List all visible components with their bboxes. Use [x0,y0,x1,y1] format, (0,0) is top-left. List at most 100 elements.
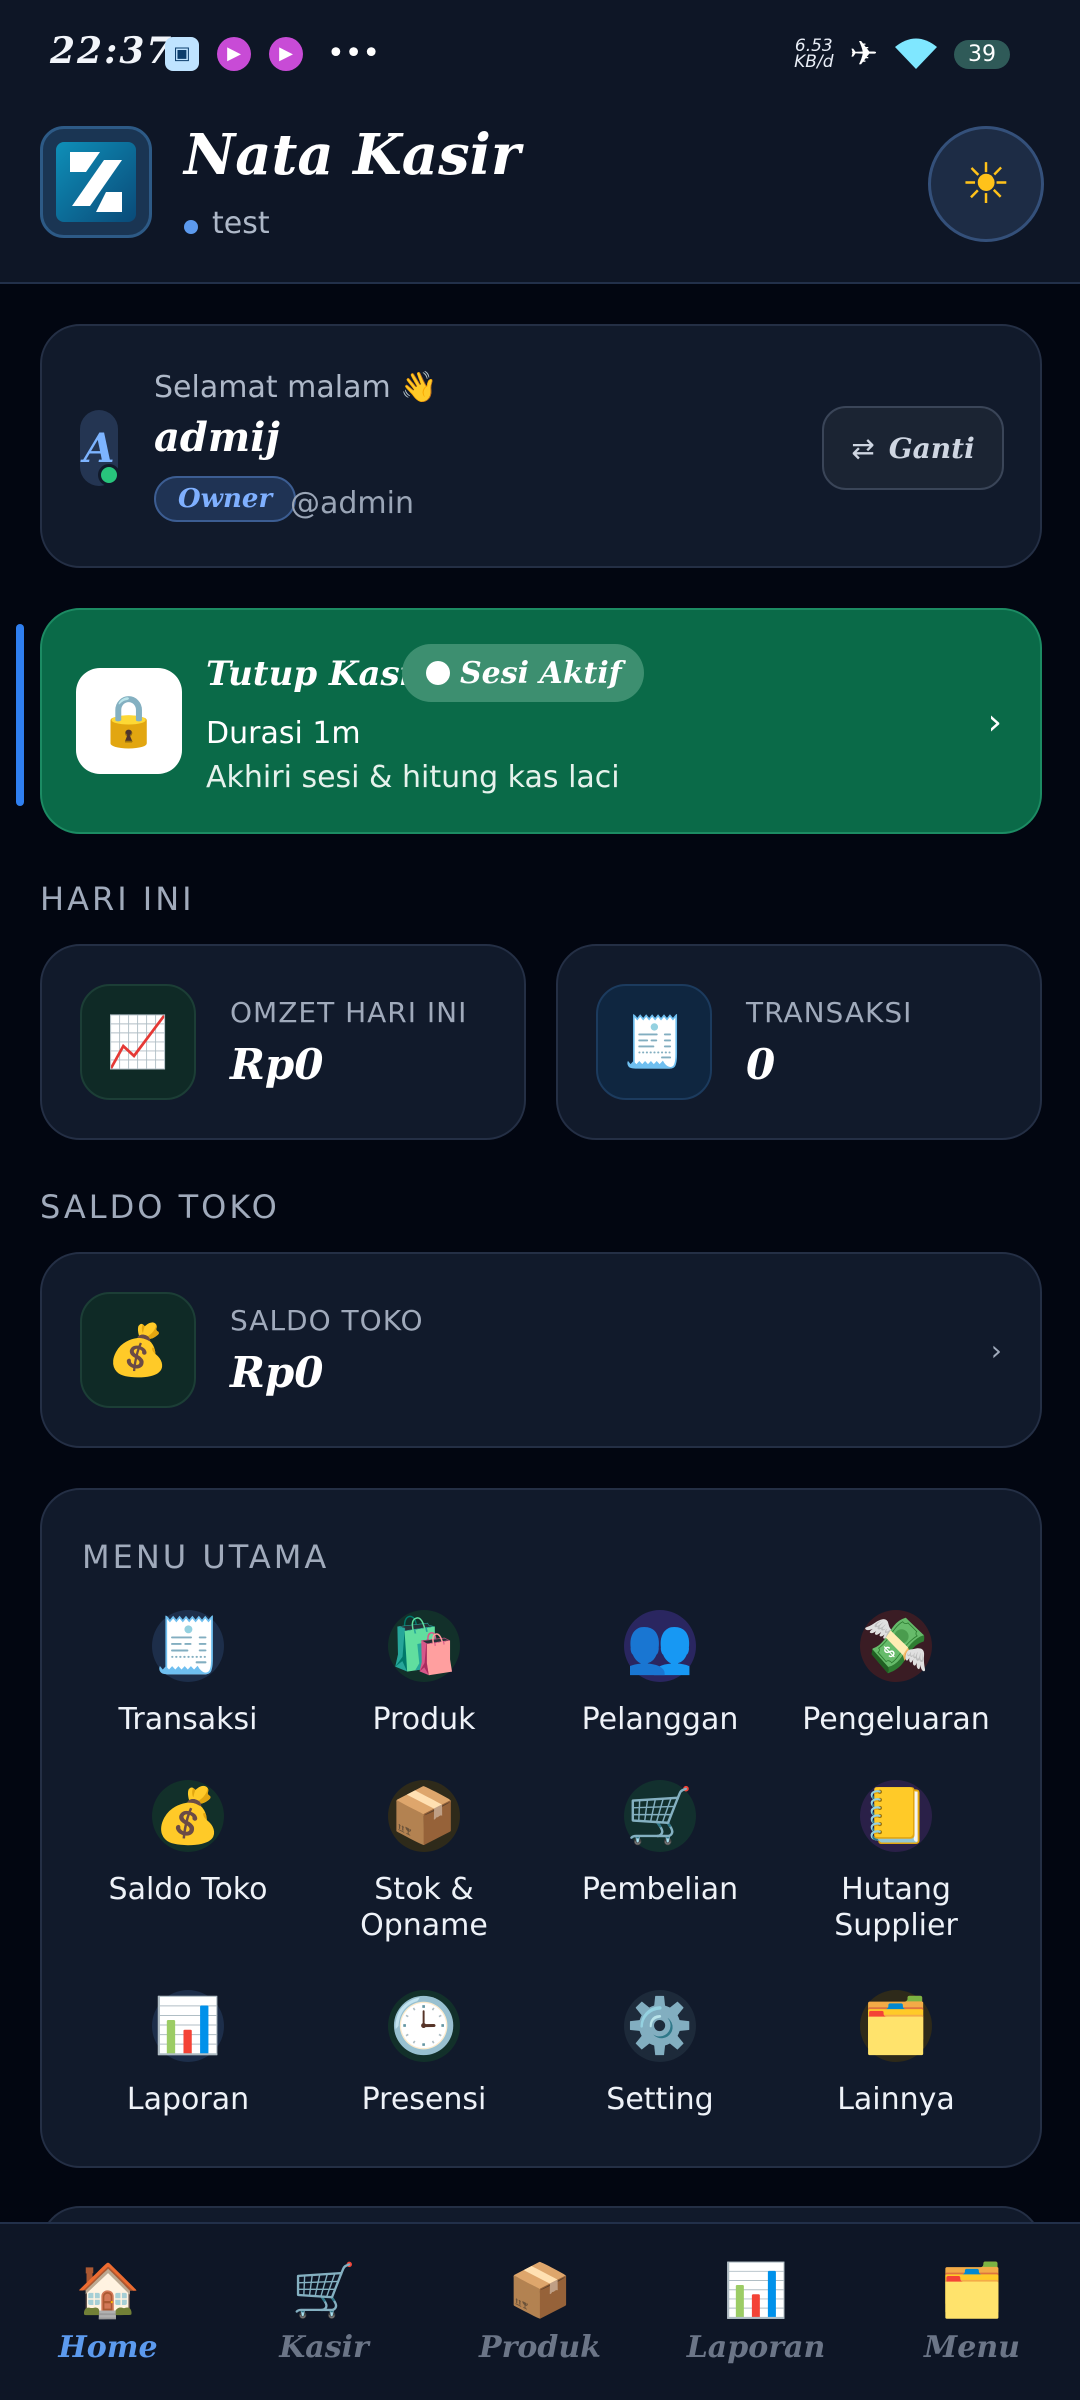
shopping-bags-icon: 🛍️ [388,1610,460,1682]
session-duration: Durasi 1m [206,716,361,751]
money-bag-icon: 💰 [80,1292,196,1408]
clock-icon: 🕒 [388,1990,460,2062]
menu-item-label: Pembelian [581,1872,739,1907]
menu-item-label: Pengeluaran [802,1702,990,1737]
transaction-label: TRANSAKSI [746,996,913,1029]
nav-laporan[interactable]: 📊 Laporan [648,2260,864,2365]
menu-item-label: Stok & Opname [360,1872,488,1943]
app-logo-icon [56,142,136,222]
cart-icon: 🛒 [291,2261,357,2321]
session-active-badge: Sesi Aktif [402,644,644,702]
menu-item-pelanggan[interactable]: 👥 Pelanggan [542,1610,778,1738]
transaction-value: 0 [746,1040,776,1089]
menu-item-pengeluaran[interactable]: 💸 Pengeluaran [778,1610,1014,1738]
chart-up-icon: 📈 [80,984,196,1100]
airplane-mode-icon: ✈ [849,34,879,74]
session-description: Akhiri sesi & hitung kas laci [206,760,620,795]
network-speed: 6.53 KB/d [794,36,834,72]
app-logo [40,126,152,238]
bottom-navigation: 🏠 Home 🛒 Kasir 📦 Produk 📊 Laporan 🗂️ Menu [0,2222,1080,2400]
app-notification-icon: ▣ [165,36,199,71]
gear-icon: ⚙️ [624,1990,696,2062]
receipt-icon: 🧾 [596,984,712,1100]
notification-icons: ▣ ▶ ▶ ••• [165,36,380,71]
switch-user-button[interactable]: ⇄ Ganti [822,406,1004,490]
nav-kasir[interactable]: 🛒 Kasir [216,2260,432,2365]
app-header: Nata Kasir test ☀ [0,110,1080,284]
user-handle: @admin [290,486,414,521]
saldo-card-value: Rp0 [230,1348,324,1397]
status-right: 6.53 KB/d ✈ 39 [794,34,1010,74]
transaction-count-card[interactable]: 🧾 TRANSAKSI 0 [556,944,1042,1140]
nav-label: Menu [924,2330,1020,2365]
play-notification-icon: ▶ [217,36,251,71]
nav-menu[interactable]: 🗂️ Menu [864,2260,1080,2365]
cart-icon: 🛒 [624,1780,696,1852]
user-name: admij [154,414,280,461]
sun-icon: ☀ [960,151,1012,217]
menu-item-pembelian[interactable]: 🛒 Pembelian [542,1780,778,1908]
lock-icon: 🔒 [76,668,182,774]
menu-item-label: Setting [606,2082,714,2117]
menu-item-label: Produk [372,1702,476,1737]
saldo-card-label: SALDO TOKO [230,1304,424,1337]
menu-item-produk[interactable]: 🛍️ Produk [306,1610,542,1738]
store-status-dot [184,220,198,234]
swap-icon: ⇄ [851,431,875,465]
house-icon: 🏠 [75,2261,141,2321]
user-card: A Selamat malam 👋 admij Owner @admin ⇄ G… [40,324,1042,568]
bar-chart-icon: 📊 [152,1990,224,2062]
menu-item-hutang-supplier[interactable]: 📒 Hutang Supplier [778,1780,1014,1944]
nav-label: Home [58,2330,158,2365]
menu-item-saldo-toko[interactable]: 💰 Saldo Toko [70,1780,306,1908]
chevron-right-icon: › [990,1334,1002,1367]
nav-label: Kasir [279,2330,369,2365]
box-icon: 📦 [507,2261,573,2321]
nav-home[interactable]: 🏠 Home [0,2260,216,2365]
wifi-icon [895,38,937,69]
menu-item-setting[interactable]: ⚙️ Setting [542,1990,778,2118]
menu-item-presensi[interactable]: 🕒 Presensi [306,1990,542,2118]
menu-item-stok-opname[interactable]: 📦 Stok & Opname [306,1780,542,1944]
menu-item-transaksi[interactable]: 🧾 Transaksi [70,1610,306,1738]
ledger-icon: 📒 [860,1780,932,1852]
battery-indicator: 39 [954,39,1010,69]
session-accent-bar [16,624,24,806]
greeting-text: Selamat malam 👋 [154,370,438,405]
main-menu-card: MENU UTAMA 🧾 Transaksi 🛍️ Produk 👥 Pelanggan 💸… [40,1488,1042,2168]
close-register-card[interactable]: 🔒 Tutup Kasir Sesi Aktif Durasi 1m Akhir… [40,608,1042,834]
menu-item-label: Presensi [361,2082,487,2117]
play-notification-icon-2: ▶ [269,36,303,71]
menu-item-label: Transaksi [118,1702,258,1737]
status-bar: 22:37 ▣ ▶ ▶ ••• 6.53 KB/d ✈ 39 [0,0,1080,110]
nav-label: Laporan [686,2330,826,2365]
store-balance-card[interactable]: 💰 SALDO TOKO Rp0 › [40,1252,1042,1448]
menu-item-label: Saldo Toko [108,1872,268,1907]
menu-item-laporan[interactable]: 📊 Laporan [70,1990,306,2118]
omzet-card[interactable]: 📈 OMZET HARI INI Rp0 [40,944,526,1140]
theme-toggle-button[interactable]: ☀ [928,126,1044,242]
folder-icon: 🗂️ [939,2261,1005,2321]
chevron-right-icon: › [987,702,1002,743]
store-name: test [212,206,270,241]
main-menu-title: MENU UTAMA [82,1538,330,1576]
more-notifications-icon: ••• [327,36,381,71]
menu-item-label: Laporan [126,2082,250,2117]
app-title: Nata Kasir [184,122,521,188]
role-badge: Owner [154,476,297,522]
menu-item-lainnya[interactable]: 🗂️ Lainnya [778,1990,1014,2118]
money-wings-icon: 💸 [860,1610,932,1682]
active-dot-icon [426,661,450,685]
status-time: 22:37 [50,30,174,72]
nav-produk[interactable]: 📦 Produk [432,2260,648,2365]
people-icon: 👥 [624,1610,696,1682]
bar-chart-icon: 📊 [723,2261,789,2321]
switch-user-label: Ganti [888,431,975,465]
box-icon: 📦 [388,1780,460,1852]
menu-item-label: Lainnya [837,2082,955,2117]
close-register-title: Tutup Kasir [206,654,431,694]
saldo-section-label: SALDO TOKO [40,1188,280,1226]
online-status-dot [98,464,120,486]
receipt-icon: 🧾 [152,1610,224,1682]
menu-item-label: Pelanggan [581,1702,739,1737]
